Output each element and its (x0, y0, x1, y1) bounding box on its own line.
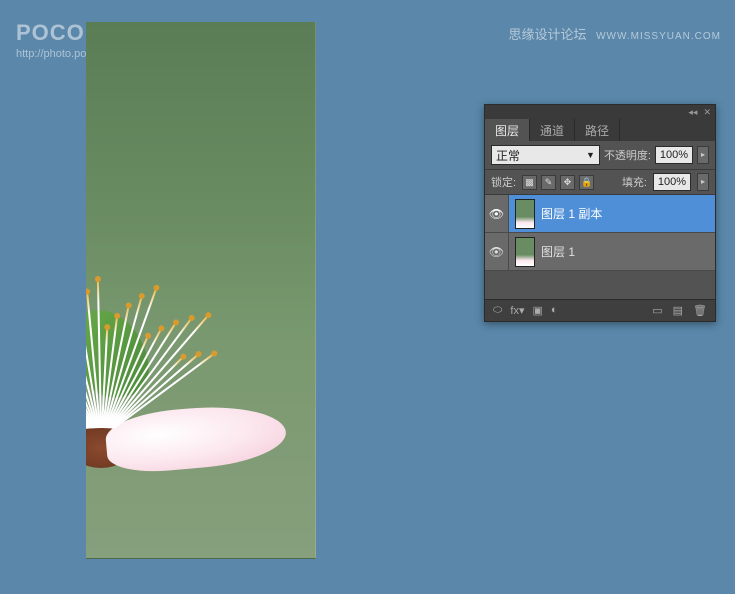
image-flower (86, 238, 316, 498)
fill-label: 填充: (622, 174, 647, 190)
brand-text: POCO (16, 20, 85, 45)
close-icon[interactable]: ✕ (703, 107, 711, 118)
opacity-arrow-icon[interactable]: ▸ (697, 146, 709, 164)
opacity-input[interactable]: 100% (655, 146, 693, 164)
collapse-icon[interactable]: ◂◂ (688, 107, 697, 118)
forum-text: 思缘设计论坛 (508, 27, 586, 42)
new-layer-icon[interactable]: ▤ (673, 304, 683, 317)
blend-mode-select[interactable]: 正常 ▼ (491, 145, 600, 165)
adjustment-icon[interactable]: ◐ (551, 304, 558, 317)
opacity-label: 不透明度: (604, 147, 651, 163)
trash-icon[interactable]: 🗑 (693, 304, 707, 317)
fx-icon[interactable]: fx▾ (510, 304, 524, 317)
visibility-toggle[interactable]: 👁 (485, 195, 509, 232)
fill-input[interactable]: 100% (653, 173, 691, 191)
watermark-right: 思缘设计论坛 WWW.MISSYUAN.COM (508, 24, 721, 43)
fill-arrow-icon[interactable]: ▸ (697, 173, 709, 191)
blend-mode-value: 正常 (496, 147, 520, 164)
tab-layers[interactable]: 图层 (485, 119, 530, 141)
forum-url: WWW.MISSYUAN.COM (596, 31, 721, 42)
tab-channels[interactable]: 通道 (530, 119, 575, 141)
layer-name-label: 图层 1 副本 (541, 205, 602, 222)
layer-list-empty (485, 271, 715, 299)
panel-footer: ⬭ fx▾ ▣ ◐ ▭ ▤ 🗑 (485, 299, 715, 321)
layer-name-label: 图层 1 (541, 243, 575, 260)
mask-icon[interactable]: ▣ (532, 304, 542, 317)
layers-panel: ◂◂ ✕ 图层 通道 路径 正常 ▼ 不透明度: 100% ▸ 锁定: ▩ ✎ … (484, 104, 716, 322)
folder-icon[interactable]: ▭ (652, 304, 662, 317)
lock-fill-row: 锁定: ▩ ✎ ✥ 🔒 填充: 100% ▸ (485, 170, 715, 195)
lock-all-icon[interactable]: 🔒 (579, 175, 594, 190)
panel-tabs: 图层 通道 路径 (485, 119, 715, 141)
blend-opacity-row: 正常 ▼ 不透明度: 100% ▸ (485, 141, 715, 170)
layer-item-1-copy[interactable]: 👁 图层 1 副本 (485, 195, 715, 233)
layer-thumbnail[interactable] (515, 237, 535, 267)
lock-position-icon[interactable]: ✥ (560, 175, 575, 190)
layer-item-1[interactable]: 👁 图层 1 (485, 233, 715, 271)
layer-list: 👁 图层 1 副本 👁 图层 1 (485, 195, 715, 299)
layer-thumbnail[interactable] (515, 199, 535, 229)
panel-titlebar[interactable]: ◂◂ ✕ (485, 105, 715, 119)
lock-label: 锁定: (491, 174, 516, 190)
link-layers-icon[interactable]: ⬭ (493, 304, 502, 317)
chevron-down-icon: ▼ (586, 150, 595, 160)
lock-transparent-icon[interactable]: ▩ (522, 175, 537, 190)
tab-paths[interactable]: 路径 (575, 119, 620, 141)
lock-pixels-icon[interactable]: ✎ (541, 175, 556, 190)
lock-icons-group: ▩ ✎ ✥ 🔒 (522, 175, 594, 190)
canvas-document[interactable] (86, 22, 316, 559)
visibility-toggle[interactable]: 👁 (485, 233, 509, 270)
